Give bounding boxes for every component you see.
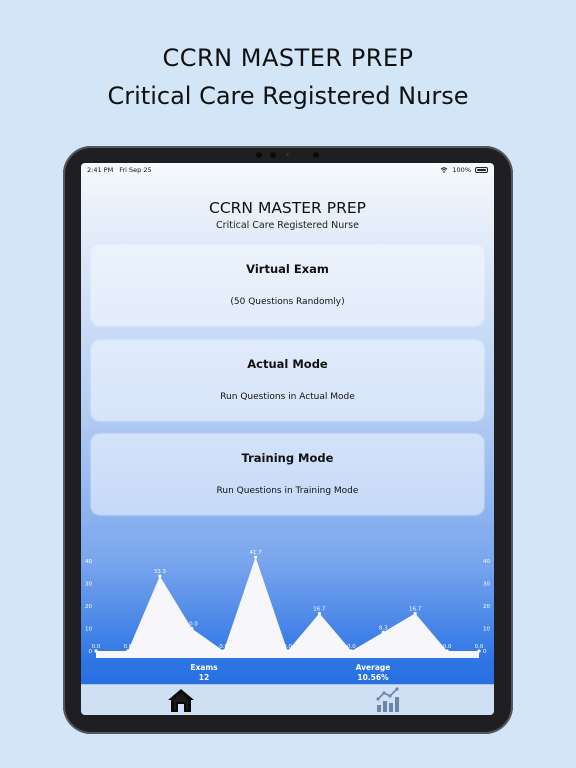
average-stat: Average 10.56% — [333, 663, 413, 683]
chart-data-label: 0.0 — [124, 644, 133, 650]
average-value: 10.56% — [357, 673, 389, 682]
tablet-frame: 2:41 PM Fri Sep 25 100% CCRN MASTER PREP… — [63, 146, 513, 734]
sensor-dot-icon — [286, 153, 289, 156]
card-description: Run Questions in Actual Mode — [220, 392, 355, 402]
stats-row: Exams 12 Average 10.56% — [81, 663, 494, 685]
chart-data-label: 0.0 — [283, 644, 292, 650]
y-tick-label: 10 — [85, 627, 92, 633]
training-mode-button[interactable]: Training Mode Run Questions in Training … — [91, 434, 484, 515]
app-subtitle: Critical Care Registered Nurse — [216, 220, 359, 231]
home-icon[interactable] — [167, 687, 195, 713]
stats-chart-icon[interactable] — [375, 687, 403, 713]
y-tick-label: 30 — [483, 582, 490, 588]
chart-data-label: 10.0 — [186, 622, 199, 628]
app-screen: 2:41 PM Fri Sep 25 100% CCRN MASTER PREP… — [81, 163, 494, 715]
card-title: Actual Mode — [247, 357, 328, 371]
chart-data-label: 0.0 — [347, 644, 356, 650]
chart-data-label: 0.0 — [219, 644, 228, 650]
card-title: Training Mode — [241, 451, 334, 465]
y-tick-label: 0 — [89, 649, 93, 655]
chart-data-label: 8.3 — [379, 625, 388, 631]
promo-title: CCRN MASTER PREP — [162, 44, 414, 72]
y-tick-label: 30 — [85, 582, 92, 588]
exams-label: Exams — [190, 663, 218, 672]
chart-data-label: 16.7 — [313, 606, 326, 612]
status-bar: 2:41 PM Fri Sep 25 100% — [81, 163, 494, 177]
wifi-icon — [441, 167, 448, 173]
exams-value: 12 — [198, 673, 210, 682]
chart-data-label: 16.7 — [409, 606, 422, 612]
app-title: CCRN MASTER PREP — [209, 199, 366, 217]
card-description: (50 Questions Randomly) — [230, 297, 345, 307]
chart-data-label: 41.7 — [249, 550, 262, 556]
y-tick-label: 0 — [483, 649, 487, 655]
battery-percent: 100% — [452, 166, 471, 174]
y-tick-label: 40 — [85, 559, 92, 565]
status-date: Fri Sep 25 — [119, 166, 152, 174]
chart-data-label: 0.0 — [92, 644, 101, 650]
y-tick-label: 20 — [85, 604, 92, 610]
battery-icon — [475, 167, 488, 173]
y-tick-label: 20 — [483, 604, 490, 610]
promo-subtitle: Critical Care Registered Nurse — [107, 82, 469, 110]
status-time: 2:41 PM — [87, 166, 114, 174]
exams-stat: Exams 12 — [164, 663, 244, 683]
y-tick-label: 40 — [483, 559, 490, 565]
chart-data-label: 33.3 — [154, 569, 167, 575]
card-title: Virtual Exam — [246, 262, 329, 276]
tab-bar — [81, 684, 494, 715]
y-tick-label: 10 — [483, 627, 490, 633]
chart-data-label: 0.0 — [443, 644, 452, 650]
virtual-exam-button[interactable]: Virtual Exam (50 Questions Randomly) — [91, 245, 484, 326]
camera-dot-icon — [270, 152, 276, 158]
camera-dot-icon — [313, 152, 319, 158]
exam-score-chart: 0.0 0.0 33.3 10.0 0.0 41.7 0.0 16.7 0.0 8.3 16.7 0.… — [85, 550, 490, 658]
camera-dot-icon — [256, 152, 262, 158]
card-description: Run Questions in Training Mode — [216, 486, 359, 496]
average-label: Average — [355, 663, 391, 672]
actual-mode-button[interactable]: Actual Mode Run Questions in Actual Mode — [91, 340, 484, 421]
